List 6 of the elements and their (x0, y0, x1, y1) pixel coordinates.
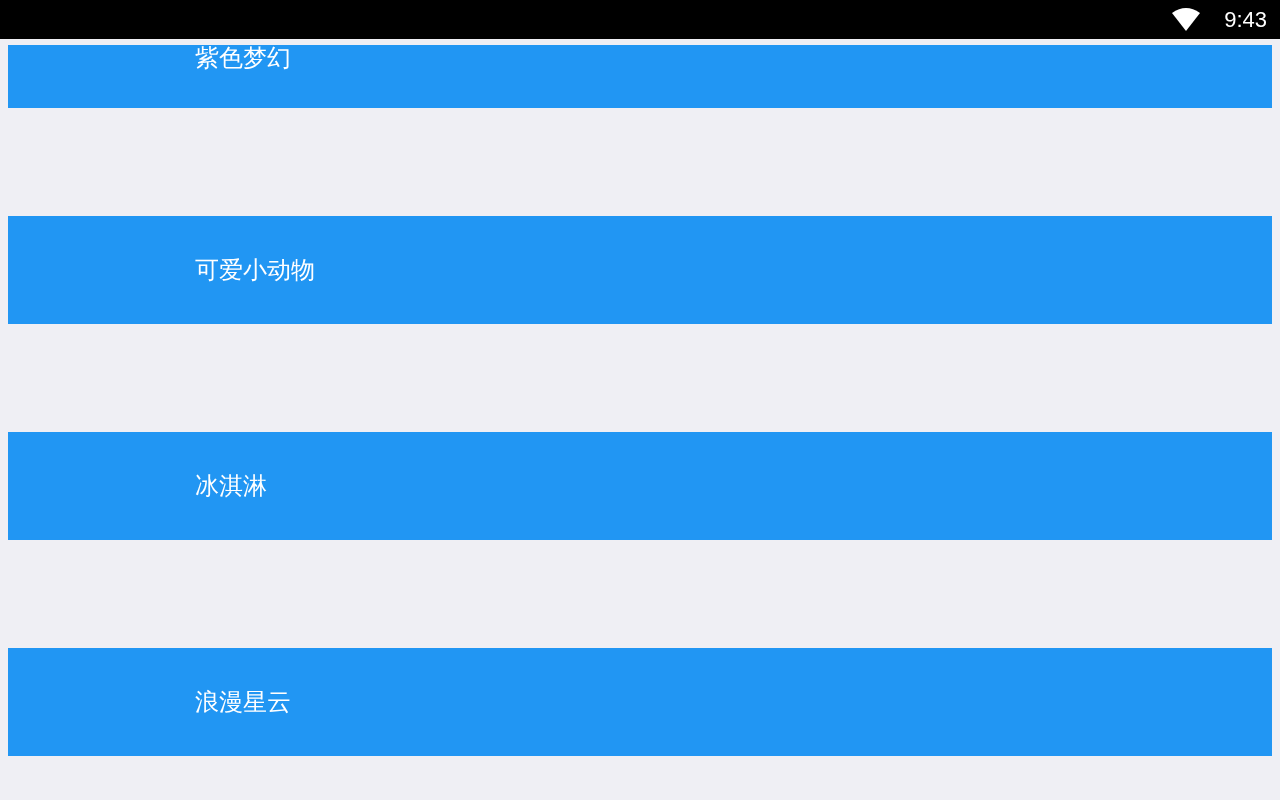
list-item[interactable]: 冰淇淋 (8, 432, 1272, 540)
list-item[interactable]: 可爱小动物 (8, 216, 1272, 324)
list-item[interactable]: 紫色梦幻 (8, 45, 1272, 108)
list-item[interactable]: 浪漫星云 (8, 648, 1272, 756)
clock-time: 9:43 (1224, 7, 1267, 32)
wifi-icon (1172, 8, 1201, 31)
